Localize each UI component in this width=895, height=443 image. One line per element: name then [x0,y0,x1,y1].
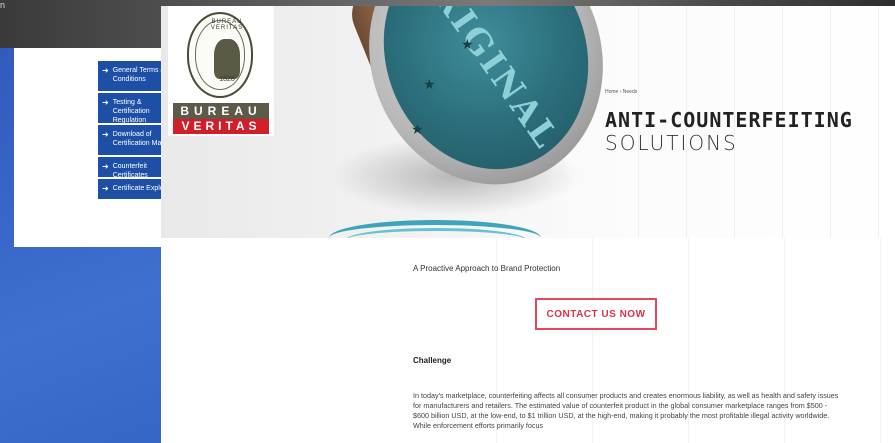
arrow-right-icon: ➜ [102,130,109,139]
page-subtitle: SOLUTIONS [605,131,738,155]
main-page-window: ORIGINAL ★ ★ ★ BUREAU VERITAS 1828 BUREA… [161,6,895,443]
seal-figure-icon [214,39,240,79]
corner-text: n [0,0,6,10]
contact-us-button[interactable]: CONTACT US NOW [535,298,657,330]
background-page-panel: ➜ General Terms & Conditions ➜ Testing &… [14,48,188,247]
seal-year-text: 1828 [219,76,235,83]
seal-top-text: BUREAU VERITAS [210,19,244,31]
arrow-right-icon: ➜ [102,162,109,171]
star-icon: ★ [423,76,436,92]
arrow-right-icon: ➜ [102,66,109,75]
arrow-right-icon: ➜ [102,184,109,193]
breadcrumb[interactable]: Home › Needs [605,89,637,95]
arrow-right-icon: ➜ [102,98,109,107]
logo-seal-ring: BUREAU VERITAS 1828 [195,19,245,90]
logo-band-top: BUREAU [173,103,269,119]
star-icon: ★ [461,36,474,52]
page-title: ANTI-COUNTERFEITING [605,108,853,132]
section-heading-challenge: Challenge [413,356,452,365]
star-icon: ★ [411,121,424,137]
hero-banner: ORIGINAL ★ ★ ★ BUREAU VERITAS 1828 BUREA… [161,6,895,238]
bureau-veritas-logo[interactable]: BUREAU VERITAS 1828 BUREAU VERITAS [168,6,274,136]
challenge-paragraph: In today's marketplace, counterfeiting a… [413,391,839,430]
logo-seal: BUREAU VERITAS 1828 [187,12,253,98]
tagline: A Proactive Approach to Brand Protection [413,264,561,273]
logo-band-bottom: VERITAS [173,119,269,134]
